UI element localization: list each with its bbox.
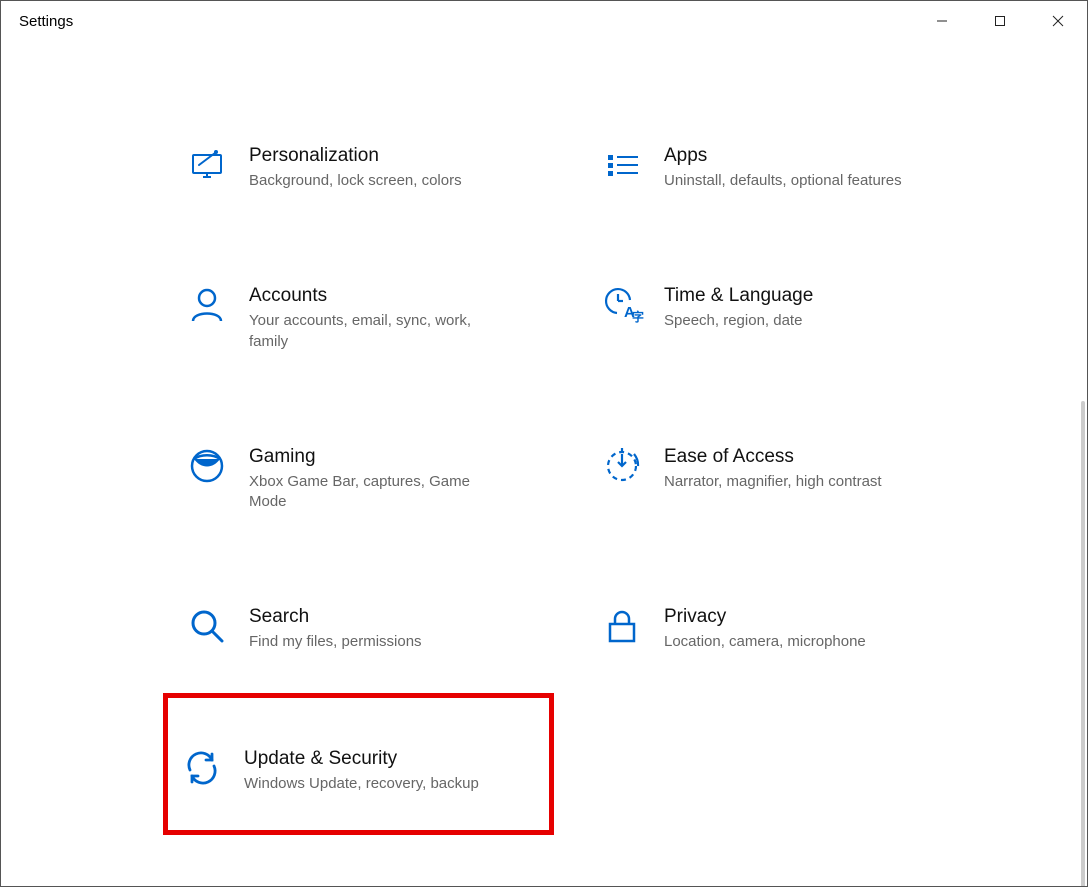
tile-title: Apps: [664, 145, 902, 167]
privacy-icon: [600, 604, 644, 648]
tile-title: Update & Security: [244, 748, 479, 770]
titlebar: Settings: [1, 1, 1087, 41]
tile-title: Gaming: [249, 446, 509, 468]
tile-desc: Windows Update, recovery, backup: [244, 774, 479, 794]
scrollbar[interactable]: [1081, 401, 1085, 886]
tile-desc: Uninstall, defaults, optional features: [664, 171, 902, 191]
tile-time-language[interactable]: A 字 Time & Language Speech, region, date: [594, 279, 969, 366]
apps-icon: [600, 143, 644, 187]
tile-accounts[interactable]: Accounts Your accounts, email, sync, wor…: [179, 279, 554, 366]
settings-content: Personalization Background, lock screen,…: [1, 51, 1087, 886]
tile-desc: Find my files, permissions: [249, 632, 422, 652]
settings-grid: Personalization Background, lock screen,…: [179, 139, 969, 835]
window-buttons: [913, 1, 1087, 41]
tile-gaming[interactable]: Gaming Xbox Game Bar, captures, Game Mod…: [179, 440, 554, 527]
time-language-icon: A 字: [600, 283, 644, 327]
tile-desc: Background, lock screen, colors: [249, 171, 462, 191]
tile-desc: Your accounts, email, sync, work, family: [249, 311, 509, 352]
tile-privacy[interactable]: Privacy Location, camera, microphone: [594, 600, 969, 666]
accounts-icon: [185, 283, 229, 327]
tile-title: Accounts: [249, 285, 509, 307]
tile-title: Privacy: [664, 606, 866, 628]
window-title: Settings: [19, 13, 73, 30]
close-button[interactable]: [1029, 1, 1087, 41]
tile-search[interactable]: Search Find my files, permissions: [179, 600, 554, 666]
tile-personalization[interactable]: Personalization Background, lock screen,…: [179, 139, 554, 205]
update-security-icon: [180, 746, 224, 790]
ease-of-access-icon: [600, 444, 644, 488]
tile-title: Search: [249, 606, 422, 628]
tile-update-security[interactable]: Update & Security Windows Update, recove…: [163, 693, 554, 835]
tile-title: Personalization: [249, 145, 462, 167]
tile-apps[interactable]: Apps Uninstall, defaults, optional featu…: [594, 139, 969, 205]
tile-desc: Speech, region, date: [664, 311, 813, 331]
settings-window: Settings: [0, 0, 1088, 887]
svg-text:字: 字: [632, 309, 644, 324]
tile-desc: Xbox Game Bar, captures, Game Mode: [249, 472, 509, 513]
search-icon: [185, 604, 229, 648]
personalization-icon: [185, 143, 229, 187]
tile-desc: Narrator, magnifier, high contrast: [664, 472, 882, 492]
minimize-button[interactable]: [913, 1, 971, 41]
gaming-icon: [185, 444, 229, 488]
tile-title: Ease of Access: [664, 446, 882, 468]
tile-desc: Location, camera, microphone: [664, 632, 866, 652]
tile-title: Time & Language: [664, 285, 813, 307]
maximize-button[interactable]: [971, 1, 1029, 41]
tile-ease-of-access[interactable]: Ease of Access Narrator, magnifier, high…: [594, 440, 969, 527]
